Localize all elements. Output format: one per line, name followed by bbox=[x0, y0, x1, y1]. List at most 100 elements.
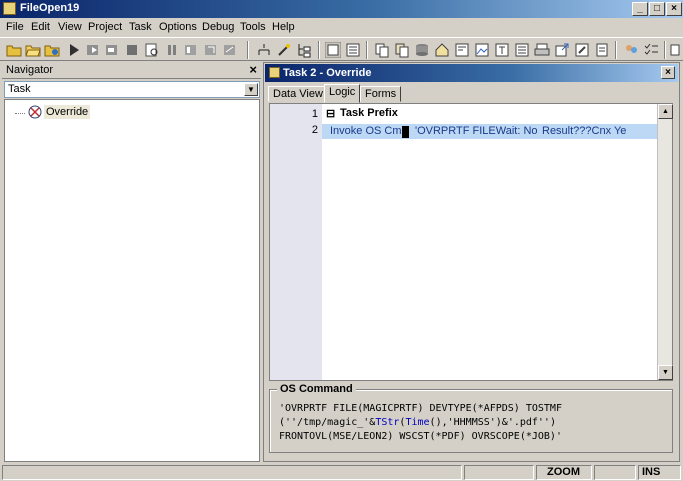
result-preview: Result???Cnx Ye bbox=[542, 125, 627, 137]
checklist-icon[interactable] bbox=[643, 42, 659, 58]
navigator-title: Navigator bbox=[6, 64, 54, 76]
task-prefix-label: Task Prefix bbox=[340, 107, 398, 119]
minimize-button[interactable]: _ bbox=[632, 2, 648, 16]
hierarchy-icon[interactable] bbox=[256, 42, 272, 58]
run-icon[interactable] bbox=[66, 42, 82, 58]
more-icon[interactable] bbox=[669, 42, 683, 58]
command-line-3: FRONTOVL(MSE/LEON2) WSCST(*PDF) OVRSCOPE… bbox=[279, 431, 562, 442]
paste-icon[interactable] bbox=[394, 42, 410, 58]
status-ins: INS bbox=[638, 465, 681, 480]
task-node-icon bbox=[28, 105, 42, 119]
tab-data-view[interactable]: Data View bbox=[268, 86, 328, 102]
status-empty-cell bbox=[464, 465, 534, 480]
line-number-gutter bbox=[270, 104, 322, 380]
toolbar bbox=[0, 37, 683, 61]
edit-icon[interactable] bbox=[574, 42, 590, 58]
collapse-icon[interactable]: ⊟ bbox=[326, 107, 335, 120]
os-command-legend: OS Command bbox=[277, 383, 356, 395]
app-titlebar: FileOpen19 _ □ × bbox=[0, 0, 683, 18]
logic-row-selected[interactable]: Invoke OS Cmd 'OVRPRTF FILEWait: No Resu… bbox=[322, 124, 658, 139]
scroll-up-icon[interactable]: ▲ bbox=[658, 104, 673, 119]
menu-file[interactable]: File bbox=[6, 21, 24, 33]
app-title: FileOpen19 bbox=[20, 2, 80, 14]
image-icon[interactable] bbox=[474, 42, 490, 58]
tree-structure-icon[interactable] bbox=[296, 42, 312, 58]
step-over-icon[interactable] bbox=[222, 42, 238, 58]
close-button[interactable]: × bbox=[666, 2, 682, 16]
logic-editor: 1 ⊟ Task Prefix 2 Invoke OS Cmd 'OVRPRTF… bbox=[269, 103, 673, 381]
menu-view[interactable]: View bbox=[58, 21, 82, 33]
vertical-scrollbar[interactable]: ▲ ▼ bbox=[657, 104, 673, 380]
new-folder-icon[interactable] bbox=[6, 42, 22, 58]
document-icon[interactable] bbox=[594, 42, 610, 58]
step-icon[interactable] bbox=[85, 42, 101, 58]
logic-row-header[interactable]: ⊟ Task Prefix bbox=[322, 106, 658, 121]
open-folder-icon[interactable] bbox=[25, 42, 41, 58]
report-icon[interactable] bbox=[514, 42, 530, 58]
chevron-down-icon[interactable]: ▼ bbox=[244, 83, 258, 96]
database-icon[interactable] bbox=[414, 42, 430, 58]
maximize-button[interactable]: □ bbox=[649, 2, 665, 16]
status-zoom: ZOOM bbox=[536, 465, 592, 480]
menu-bar: File Edit View Project Task Options Debu… bbox=[0, 18, 683, 36]
navigator-type-select[interactable]: Task ▼ bbox=[4, 81, 260, 98]
toolbar-separator bbox=[247, 41, 249, 59]
status-message bbox=[2, 465, 462, 480]
trace-icon[interactable] bbox=[104, 42, 120, 58]
navigator-toggle-icon[interactable] bbox=[325, 42, 341, 58]
navigator-select-value: Task bbox=[8, 83, 31, 95]
task-icon bbox=[269, 67, 280, 78]
task-window-titlebar: Task 2 - Override × bbox=[265, 64, 678, 82]
save-folder-icon[interactable] bbox=[44, 42, 60, 58]
command-line-2: (''/tmp/magic_'&TStr(Time(),'HHMMSS')&'.… bbox=[279, 417, 556, 428]
command-preview: 'OVRPRTF FILEWait: No bbox=[415, 125, 538, 137]
menu-options[interactable]: Options bbox=[159, 21, 197, 33]
operation-label: Invoke OS Cmd bbox=[330, 125, 408, 137]
toolbar-separator bbox=[615, 41, 617, 59]
home-icon[interactable] bbox=[434, 42, 450, 58]
toolbar-separator bbox=[318, 41, 320, 59]
tab-forms[interactable]: Forms bbox=[360, 86, 402, 102]
task-close-icon[interactable]: × bbox=[661, 66, 675, 79]
tree-connector bbox=[15, 113, 25, 114]
menu-help[interactable]: Help bbox=[272, 21, 295, 33]
status-cell bbox=[594, 465, 636, 480]
status-bar: ZOOM INS bbox=[0, 464, 683, 481]
navigator-pane: Navigator × Task ▼ Override bbox=[2, 62, 261, 464]
export-icon[interactable] bbox=[554, 42, 570, 58]
os-command-group: OS Command 'OVRPRTF FILE(MAGICPRTF) DEVT… bbox=[269, 383, 673, 455]
text-cursor bbox=[402, 126, 409, 138]
row-number: 2 bbox=[311, 124, 318, 136]
tree-item-label: Override bbox=[44, 105, 91, 119]
pause-icon[interactable] bbox=[164, 42, 180, 58]
tab-logic[interactable]: Logic bbox=[324, 84, 361, 103]
command-line-1: 'OVRPRTF FILE(MAGICPRTF) DEVTYPE(*AFPDS)… bbox=[279, 403, 562, 414]
list-view-icon[interactable] bbox=[345, 42, 361, 58]
step-into-icon[interactable] bbox=[203, 42, 219, 58]
navigator-header: Navigator × bbox=[2, 62, 261, 79]
print-icon[interactable] bbox=[534, 42, 550, 58]
menu-project[interactable]: Project bbox=[88, 21, 122, 33]
navigator-tree: Override bbox=[4, 99, 260, 462]
task-window-title: Task 2 - Override bbox=[283, 67, 372, 79]
copy-icon[interactable] bbox=[374, 42, 390, 58]
scroll-down-icon[interactable]: ▼ bbox=[658, 365, 673, 380]
menu-debug[interactable]: Debug bbox=[202, 21, 234, 33]
menu-task[interactable]: Task bbox=[129, 21, 152, 33]
navigator-close-icon[interactable]: × bbox=[249, 62, 257, 77]
toolbar-separator bbox=[664, 41, 666, 59]
form-icon[interactable] bbox=[454, 42, 470, 58]
menu-tools[interactable]: Tools bbox=[240, 21, 266, 33]
menu-edit[interactable]: Edit bbox=[31, 21, 50, 33]
os-command-expression[interactable]: 'OVRPRTF FILE(MAGICPRTF) DEVTYPE(*AFPDS)… bbox=[279, 402, 562, 444]
stop-icon[interactable] bbox=[124, 42, 140, 58]
task-window: Task 2 - Override × Data View Logic Form… bbox=[263, 62, 680, 462]
row-number: 1 bbox=[311, 108, 318, 120]
toolbar-separator bbox=[366, 41, 368, 59]
breakpoint-icon[interactable] bbox=[183, 42, 199, 58]
wand-icon[interactable] bbox=[276, 42, 292, 58]
zoom-page-icon[interactable] bbox=[144, 42, 160, 58]
users-icon[interactable] bbox=[623, 42, 639, 58]
app-icon bbox=[3, 2, 16, 15]
text-icon[interactable] bbox=[494, 42, 510, 58]
